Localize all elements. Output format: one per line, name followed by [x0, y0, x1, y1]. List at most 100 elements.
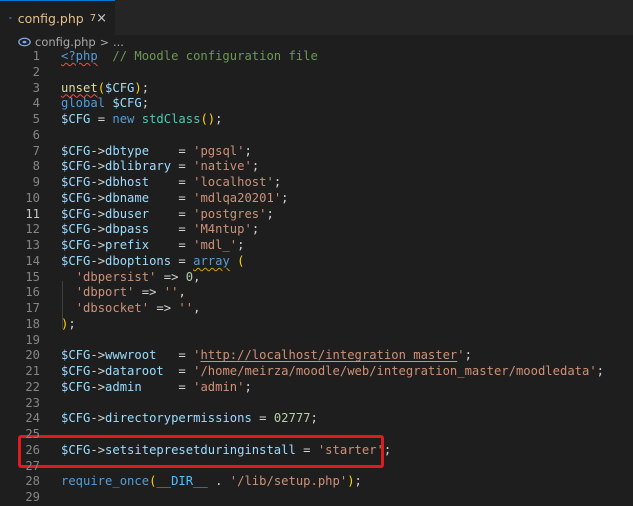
code-editor[interactable]: 1 <?php // Moodle configuration file 2 3 uns…: [0, 49, 633, 505]
line-number: 24: [25, 411, 40, 426]
code-token: stdClass: [141, 112, 201, 126]
code-token: =: [149, 222, 194, 237]
code-line[interactable]: 22 $CFG->admin = 'admin';: [0, 380, 633, 396]
line-number: 15: [25, 269, 40, 284]
code-line[interactable]: 5 $CFG = new stdClass();: [0, 112, 633, 128]
code-line[interactable]: 19: [0, 333, 633, 349]
tab-config-php[interactable]: config.php 7 ×: [0, 0, 115, 35]
code-text: $CFG->setsitepresetduringinstall = 'star…: [61, 443, 391, 459]
code-token: ): [134, 80, 142, 95]
code-token: $CFG: [61, 238, 91, 252]
code-text: require_once(__DIR__ . '/lib/setup.php')…: [61, 474, 362, 490]
code-token: ->: [90, 143, 106, 158]
code-token: ;: [310, 411, 318, 426]
code-token: ->: [90, 364, 106, 378]
code-line[interactable]: 20 $CFG->wwwroot = 'http://localhost/inte…: [0, 348, 633, 364]
line-number: 23: [25, 395, 40, 410]
code-line[interactable]: 6: [0, 128, 633, 144]
code-line[interactable]: 17 'dbsocket' => '',: [0, 301, 633, 317]
code-text: $CFG->wwwroot = 'http://localhost/integr…: [61, 348, 472, 364]
breadcrumb-symbol[interactable]: ...: [113, 35, 124, 49]
code-token: ;: [141, 80, 150, 95]
code-token: '/home/meirza/moodle/web/integration_mas…: [193, 364, 597, 378]
code-token: $CFG: [61, 222, 91, 237]
code-token: ,: [178, 285, 186, 300]
code-line[interactable]: 7 $CFG->dbtype = 'pgsql';: [0, 144, 633, 160]
tab-filename: config.php: [17, 10, 84, 26]
code-line[interactable]: 28 require_once(__DIR__ . '/lib/setup.php…: [0, 474, 633, 490]
code-line[interactable]: 25: [0, 427, 633, 443]
code-token: 'dbpersist': [75, 269, 157, 284]
editor-tab-bar: config.php 7 ×: [0, 0, 633, 35]
code-token: 'postgres': [193, 206, 267, 221]
code-line[interactable]: 2: [0, 65, 633, 81]
code-text: $CFG->dbpass = 'M4ntup';: [61, 222, 259, 238]
code-line[interactable]: 1 <?php // Moodle configuration file: [0, 49, 633, 65]
code-token: array: [193, 253, 230, 268]
code-line[interactable]: 15 'dbpersist' => 0,: [0, 270, 633, 286]
code-text: $CFG->dbhost = 'localhost';: [61, 175, 281, 191]
code-line[interactable]: 29: [0, 490, 633, 506]
code-token: $CFG: [61, 348, 91, 363]
code-text: <?php // Moodle configuration file: [61, 49, 318, 65]
code-token: ;: [215, 112, 223, 126]
code-text: $CFG = new stdClass();: [61, 112, 222, 128]
code-token: 'mdl_': [193, 238, 238, 252]
code-line[interactable]: 12 $CFG->dbpass = 'M4ntup';: [0, 222, 633, 238]
code-token: require_once: [61, 474, 150, 489]
code-line[interactable]: 26 $CFG->setsitepresetduringinstall = 'st…: [0, 443, 633, 459]
code-token: ;: [244, 379, 252, 394]
code-token: $CFG: [61, 379, 91, 394]
line-number: 21: [25, 364, 40, 378]
code-line[interactable]: 4 global $CFG;: [0, 96, 633, 112]
line-number: 28: [25, 474, 40, 489]
code-line[interactable]: 9 $CFG->dbhost = 'localhost';: [0, 175, 633, 191]
code-token: '/lib/setup.php': [229, 474, 348, 489]
code-token: ,: [193, 301, 201, 315]
code-token: new: [112, 112, 135, 126]
code-line[interactable]: 14 $CFG->dboptions = array (: [0, 254, 633, 270]
code-token: $CFG: [61, 411, 91, 426]
code-token: dbtype: [105, 143, 150, 158]
code-token: $CFG: [112, 96, 142, 111]
code-line[interactable]: 23: [0, 396, 633, 412]
code-line[interactable]: 24 $CFG->directorypermissions = 02777;: [0, 411, 633, 427]
line-number: 2: [32, 64, 40, 79]
line-number: 8: [32, 159, 40, 174]
code-token: ;: [464, 348, 472, 363]
code-line[interactable]: 10 $CFG->dbname = 'mdlqa20201';: [0, 191, 633, 207]
breadcrumb-file[interactable]: config.php: [35, 35, 96, 49]
code-token: setsitepresetduringinstall: [105, 442, 296, 457]
code-line[interactable]: 13 $CFG->prefix = 'mdl_';: [0, 238, 633, 254]
code-token: ->: [90, 411, 106, 426]
code-token: 'starter': [317, 442, 384, 457]
code-text: $CFG->dboptions = array (: [61, 254, 244, 270]
code-line[interactable]: 18);: [0, 317, 633, 333]
close-icon[interactable]: ×: [96, 12, 107, 25]
line-number: 14: [25, 253, 40, 268]
code-token: ->: [90, 222, 106, 237]
code-line[interactable]: 27: [0, 459, 633, 475]
code-token: ->: [90, 190, 106, 205]
code-line[interactable]: 3 unset($CFG);: [0, 81, 633, 97]
code-token: '': [163, 285, 179, 300]
line-number: 27: [25, 458, 40, 473]
code-line[interactable]: 11 $CFG->dbuser = 'postgres';: [0, 207, 633, 223]
code-token: ;: [244, 143, 252, 158]
line-number: 25: [25, 427, 40, 441]
code-line[interactable]: 8 $CFG->dblibrary = 'native';: [0, 159, 633, 175]
code-text: 'dbport' => '',: [61, 285, 186, 301]
code-line[interactable]: 16 'dbport' => '',: [0, 285, 633, 301]
code-token: ;: [251, 159, 260, 174]
code-token: dboptions: [105, 253, 172, 268]
code-line[interactable]: 21 $CFG->dataroot = '/home/meirza/moodle/…: [0, 364, 633, 380]
code-token: <?php: [61, 49, 98, 63]
code-token: 'mdlqa20201': [193, 190, 282, 205]
code-token: $CFG: [61, 364, 91, 378]
code-token: ->: [90, 159, 106, 174]
code-token: prefix: [105, 238, 150, 252]
